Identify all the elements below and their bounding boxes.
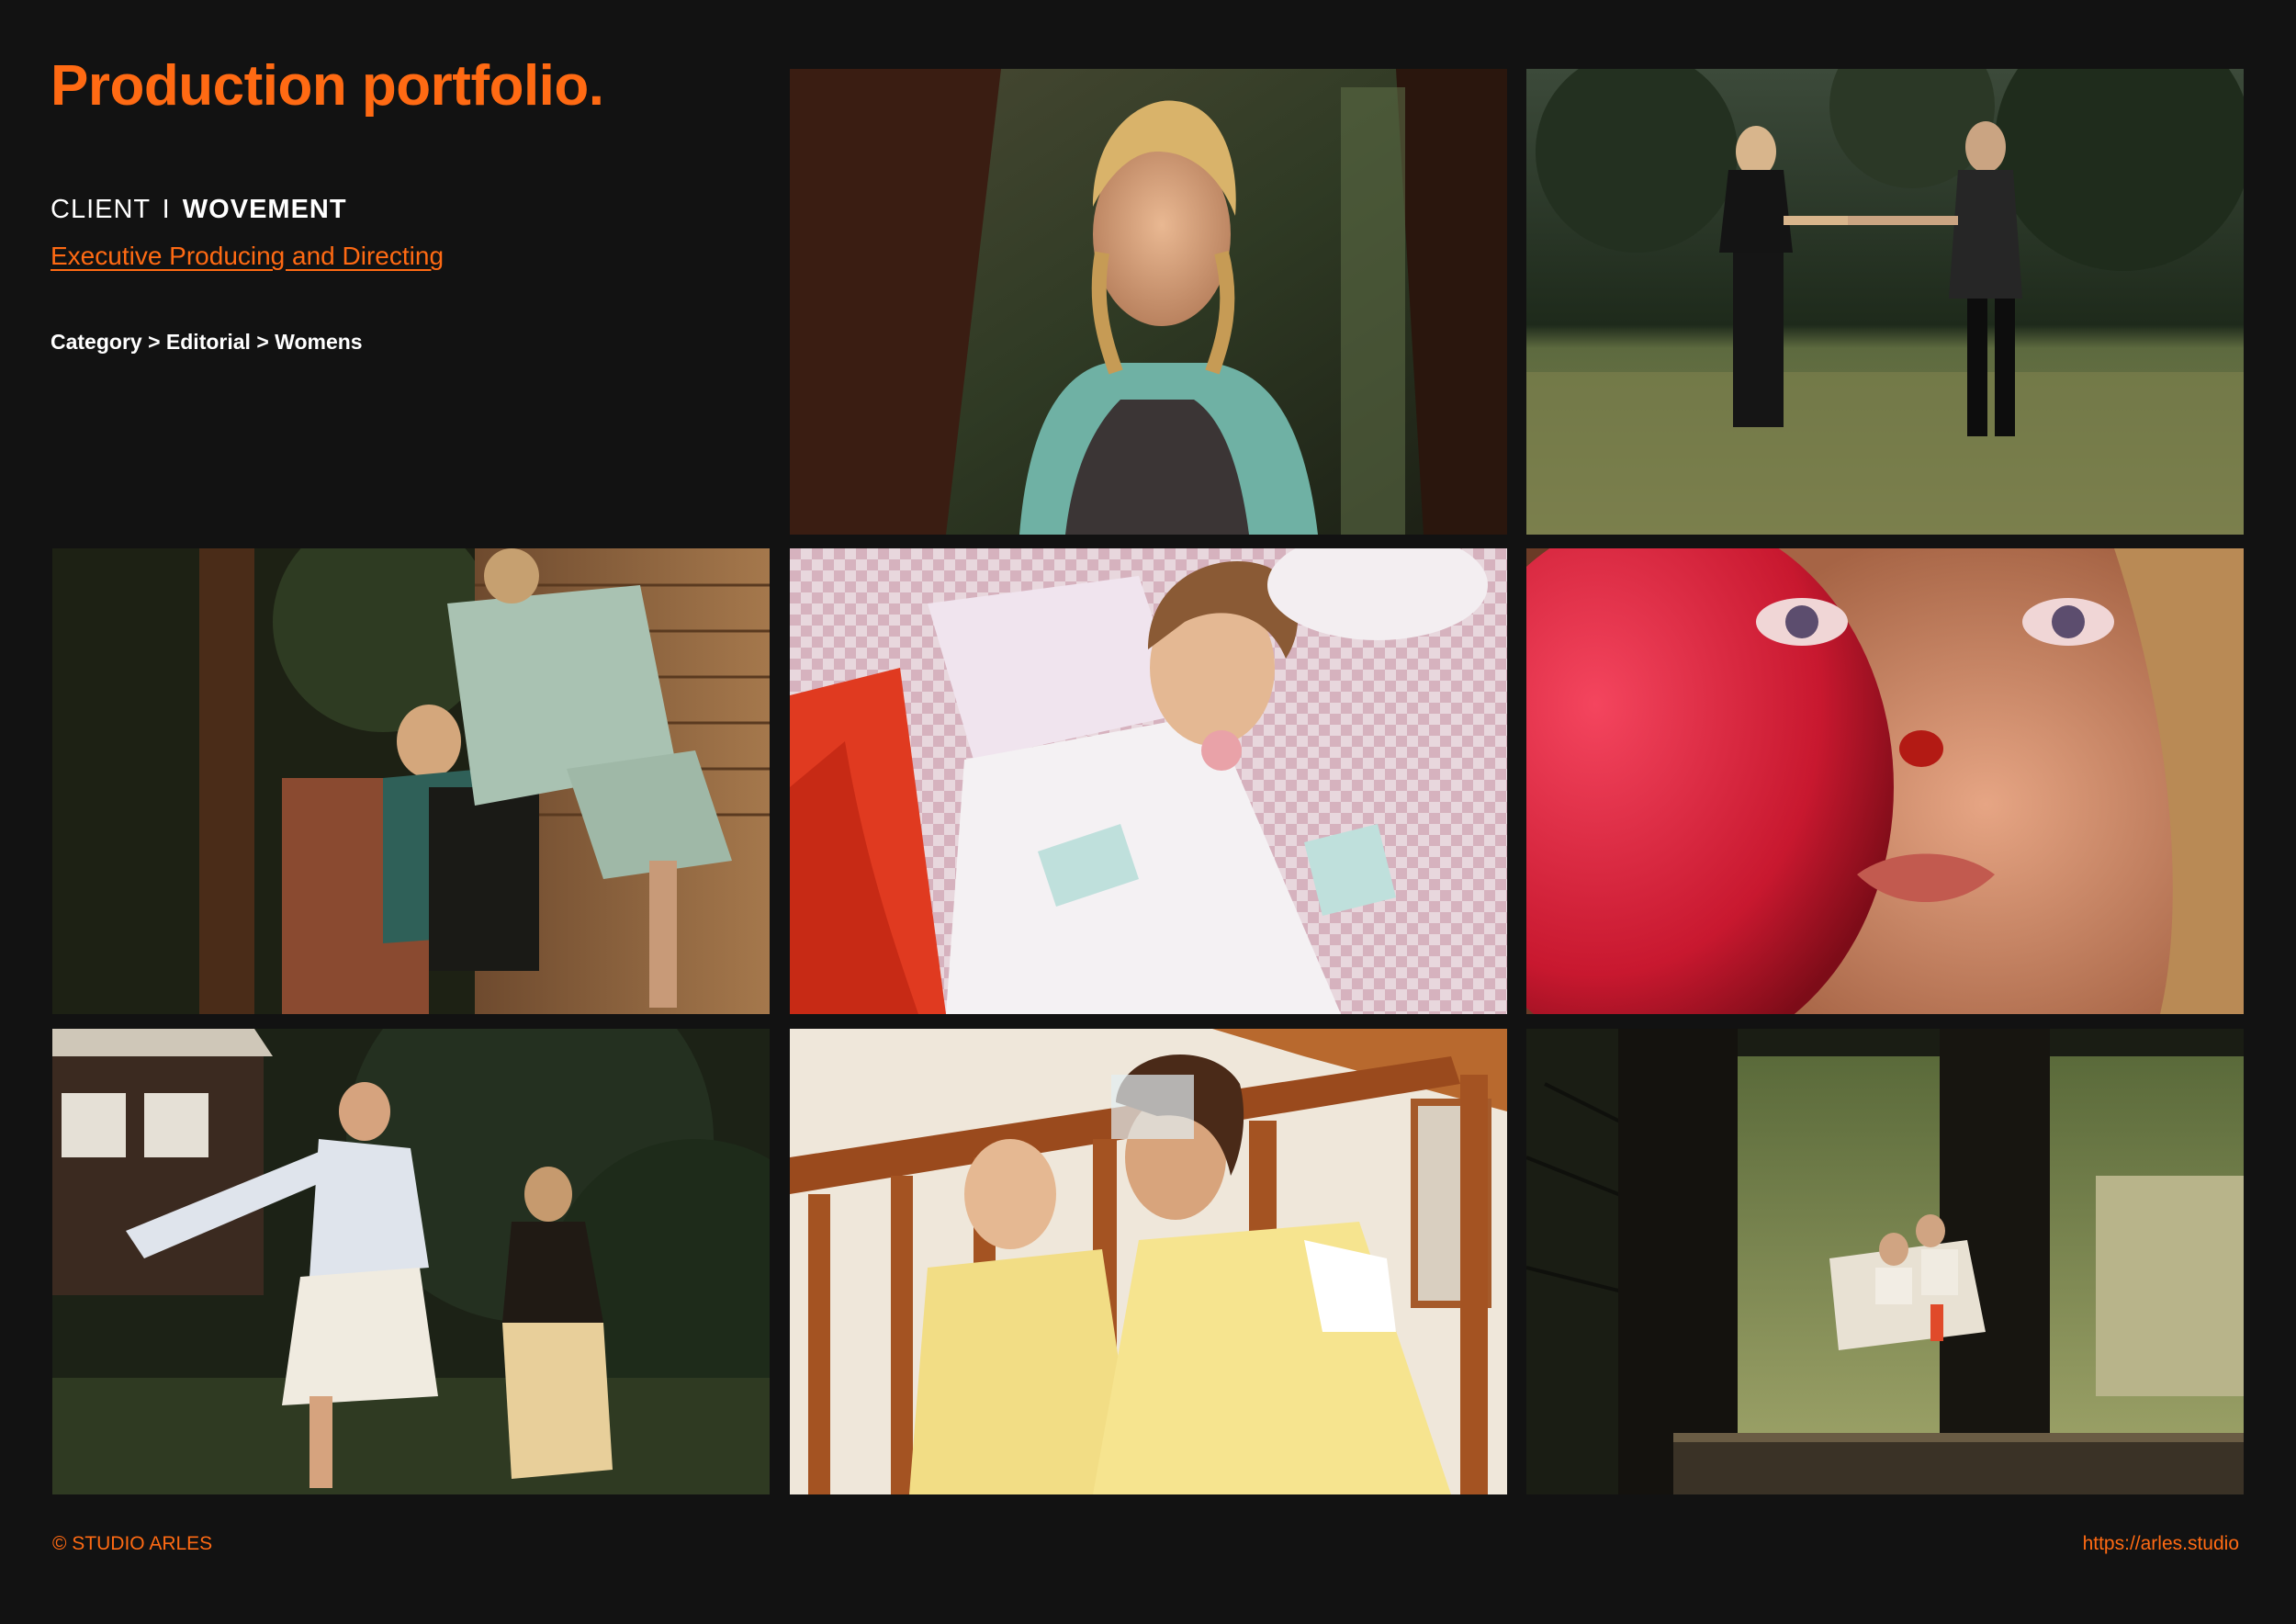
photo-4-image (790, 548, 1507, 1014)
breadcrumb-separator: > (148, 330, 161, 355)
portfolio-page: Production portfolio. CLIENT I WOVEMENT … (0, 0, 2296, 1624)
breadcrumb: Category > Editorial > Womens (51, 330, 767, 355)
photo-8[interactable] (1526, 1029, 2244, 1494)
photo-5[interactable] (1526, 548, 2244, 1014)
photo-3[interactable] (52, 548, 770, 1014)
breadcrumb-womens[interactable]: Womens (275, 330, 362, 354)
page-title: Production portfolio. (51, 54, 604, 118)
breadcrumb-editorial[interactable]: Editorial (166, 330, 251, 354)
photo-8-image (1526, 1029, 2244, 1494)
photo-3-image (52, 548, 770, 1014)
client-separator: I (162, 195, 171, 225)
photo-7[interactable] (790, 1029, 1507, 1494)
client-name: WOVEMENT (182, 195, 347, 225)
copyright: © STUDIO ARLES (52, 1533, 213, 1554)
project-info: Production portfolio. CLIENT I WOVEMENT … (51, 54, 767, 355)
photo-1-image (790, 69, 1507, 535)
website-link[interactable]: https://arles.studio (2083, 1533, 2239, 1555)
breadcrumb-separator: > (256, 330, 269, 355)
client-line: CLIENT I WOVEMENT (51, 195, 767, 225)
photo-7-image (790, 1029, 1507, 1494)
photo-5-image (1526, 548, 2244, 1014)
photo-2-image (1526, 69, 2244, 535)
breadcrumb-category[interactable]: Category (51, 330, 142, 354)
service-link[interactable]: Executive Producing and Directing (51, 242, 444, 271)
photo-4[interactable] (790, 548, 1507, 1014)
photo-6[interactable] (52, 1029, 770, 1494)
photo-2[interactable] (1526, 69, 2244, 535)
client-label: CLIENT (51, 195, 151, 225)
photo-6-image (52, 1029, 770, 1494)
photo-1[interactable] (790, 69, 1507, 535)
